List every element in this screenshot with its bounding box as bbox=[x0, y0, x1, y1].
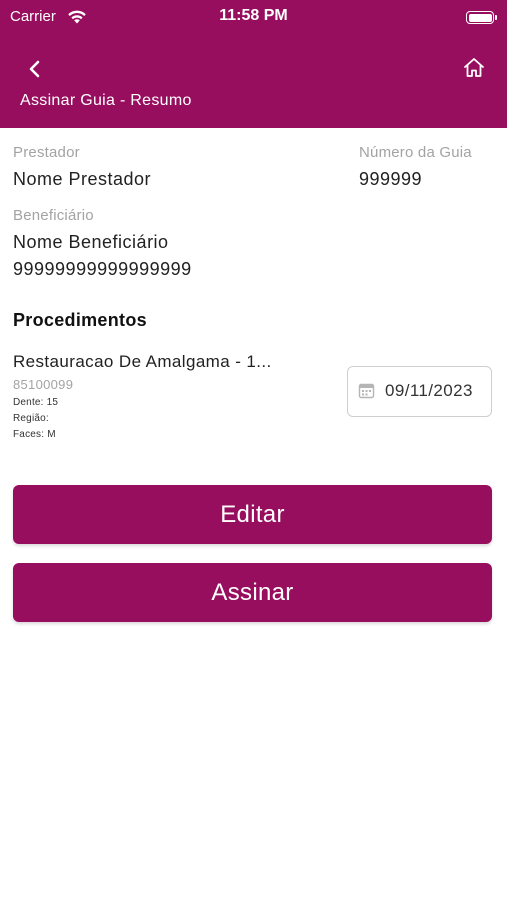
beneficiario-number: 99999999999999999 bbox=[13, 259, 192, 279]
calendar-icon bbox=[358, 383, 375, 399]
status-bar: Carrier 11:58 PM bbox=[0, 0, 507, 36]
numero-guia-value: 999999 bbox=[359, 169, 423, 189]
beneficiario-name: Nome Beneficiário bbox=[13, 232, 169, 252]
back-button[interactable] bbox=[22, 56, 48, 82]
prestador-label: Prestador bbox=[13, 144, 80, 161]
beneficiario-label: Beneficiário bbox=[13, 207, 94, 224]
sign-button[interactable]: Assinar bbox=[13, 563, 492, 622]
procedure-faces: Faces: M bbox=[13, 429, 56, 440]
procedure-date-field[interactable]: 09/11/2023 bbox=[347, 366, 492, 417]
procedimentos-title: Procedimentos bbox=[13, 310, 147, 330]
procedure-dente: Dente: 15 bbox=[13, 397, 59, 408]
page-title: Assinar Guia - Resumo bbox=[20, 92, 192, 109]
edit-button[interactable]: Editar bbox=[13, 485, 492, 544]
procedure-regiao: Região: bbox=[13, 413, 49, 424]
procedure-date: 09/11/2023 bbox=[385, 381, 473, 400]
procedure-code: 85100099 bbox=[13, 377, 74, 392]
app-header: Carrier 11:58 PM Assinar Guia - Resumo bbox=[0, 0, 507, 128]
procedure-name: Restauracao De Amalgama - 1... bbox=[13, 352, 272, 371]
chevron-left-icon bbox=[29, 60, 40, 78]
prestador-value: Nome Prestador bbox=[13, 169, 152, 189]
numero-guia-label: Número da Guia bbox=[359, 144, 472, 161]
home-icon bbox=[464, 58, 484, 77]
status-time: 11:58 PM bbox=[219, 7, 288, 24]
home-button[interactable] bbox=[461, 55, 487, 81]
battery-icon bbox=[466, 11, 497, 24]
